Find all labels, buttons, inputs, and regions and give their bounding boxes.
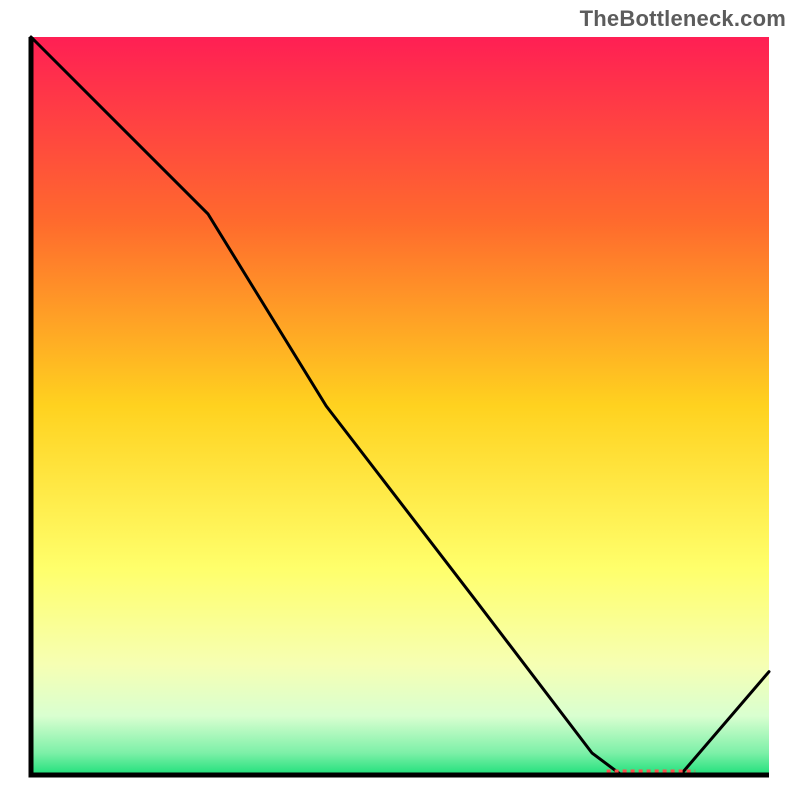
chart-area: [28, 34, 772, 778]
attribution-watermark: TheBottleneck.com: [580, 6, 786, 32]
chart-svg: [28, 34, 772, 778]
